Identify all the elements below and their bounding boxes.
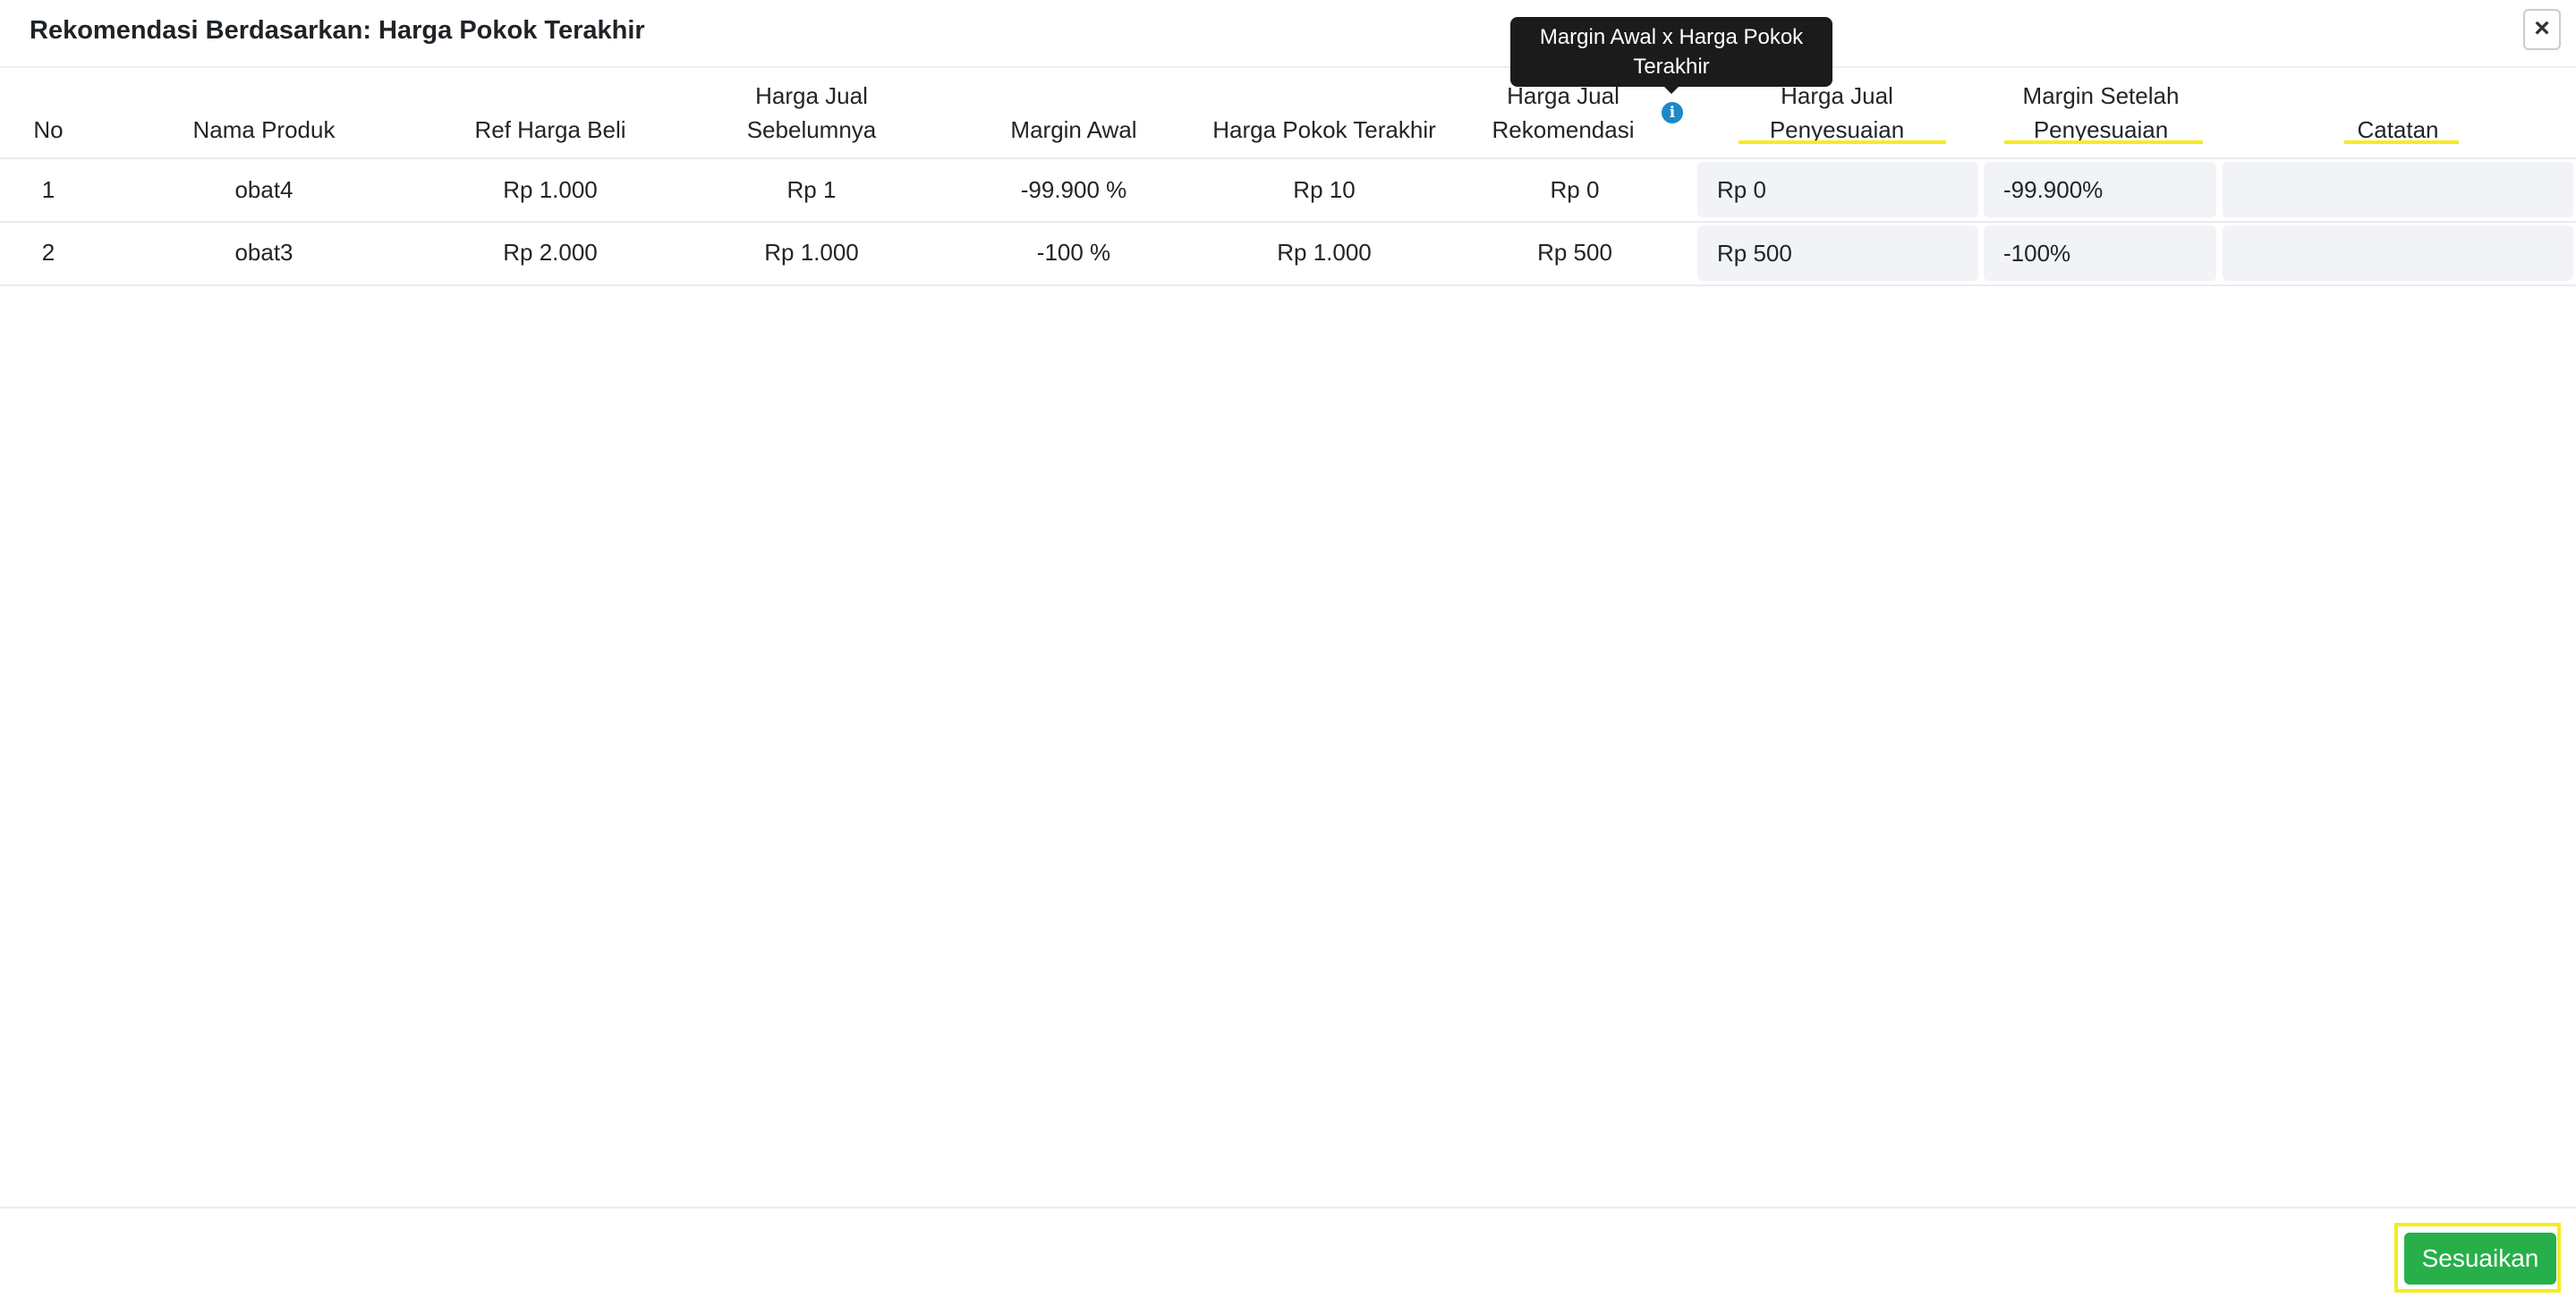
cell-no: 2: [41, 239, 55, 266]
harga-jual-penyesuaian-input[interactable]: Rp 500: [1697, 225, 1978, 281]
header-harga-jual-penyesuaian: Harga Jual Penyesuaian: [1743, 79, 1931, 147]
header-nama-produk: Nama Produk: [192, 116, 336, 143]
catatan-input[interactable]: [2223, 162, 2573, 217]
harga-jual-penyesuaian-input[interactable]: Rp 0: [1697, 162, 1978, 217]
modal-title: Rekomendasi Berdasarkan: Harga Pokok Ter…: [30, 16, 645, 45]
row-divider: [0, 221, 2576, 223]
cell-harga-jual-sebelumnya: Rp 1: [786, 176, 837, 203]
sesuaikan-button[interactable]: Sesuaikan: [2404, 1233, 2556, 1285]
cell-margin-awal: -100 %: [1036, 239, 1111, 266]
tooltip: Margin Awal x Harga Pokok Terakhir: [1510, 17, 1832, 87]
cell-harga-pokok-terakhir: Rp 1.000: [1277, 239, 1372, 266]
cell-harga-pokok-terakhir: Rp 10: [1293, 176, 1356, 203]
modal-footer-divider: [0, 1207, 2576, 1208]
modal-header: Rekomendasi Berdasarkan: Harga Pokok Ter…: [0, 0, 2576, 68]
info-icon[interactable]: i: [1662, 102, 1683, 123]
header-margin-setelah-penyesuaian: Margin Setelah Penyesuaian: [1985, 79, 2217, 147]
cell-harga-jual-sebelumnya: Rp 1.000: [764, 239, 859, 266]
table-header-divider: [0, 157, 2576, 159]
header-harga-jual-rekomendasi-line-2: Rekomendasi: [1492, 116, 1635, 143]
close-icon: ×: [2534, 13, 2550, 43]
cell-nama-produk: obat3: [234, 239, 293, 266]
header-no: No: [33, 116, 64, 143]
highlight-underline-harga-jual-penyesuaian: [1739, 140, 1946, 144]
tooltip-line-2: Terakhir: [1633, 55, 1710, 79]
catatan-input[interactable]: [2223, 225, 2573, 281]
cell-nama-produk: obat4: [234, 176, 293, 203]
cell-ref-harga-beli: Rp 2.000: [503, 239, 598, 266]
highlight-underline-catatan: [2344, 140, 2459, 144]
cell-harga-jual-rekomendasi: Rp 500: [1537, 239, 1612, 266]
row-divider: [0, 284, 2576, 286]
cell-no: 1: [41, 176, 55, 203]
cell-harga-jual-rekomendasi: Rp 0: [1550, 176, 1600, 203]
header-harga-jual-sebelumnya-line-1: Harga Jual: [755, 82, 868, 109]
cell-margin-awal: -99.900 %: [1020, 176, 1127, 203]
header-margin-awal: Margin Awal: [1010, 116, 1137, 143]
header-margin-setelah-line-1: Margin Setelah: [2022, 82, 2180, 109]
cell-ref-harga-beli: Rp 1.000: [503, 176, 598, 203]
tooltip-arrow: [1663, 86, 1679, 94]
header-ref-harga-beli: Ref Harga Beli: [474, 116, 626, 143]
margin-setelah-penyesuaian-field[interactable]: -100%: [1984, 225, 2216, 281]
close-button[interactable]: ×: [2523, 9, 2561, 50]
header-harga-pokok-terakhir: Harga Pokok Terakhir: [1212, 116, 1436, 143]
tooltip-line-1: Margin Awal x Harga Pokok: [1539, 25, 1804, 49]
header-harga-jual-rekomendasi: Harga Jual Rekomendasi: [1476, 79, 1650, 147]
margin-setelah-penyesuaian-field[interactable]: -99.900%: [1984, 162, 2216, 217]
header-harga-jual-sebelumnya-line-2: Sebelumnya: [746, 116, 877, 143]
highlight-underline-margin-setelah: [2004, 140, 2203, 144]
header-harga-jual-sebelumnya: Harga Jual Sebelumnya: [716, 79, 907, 147]
